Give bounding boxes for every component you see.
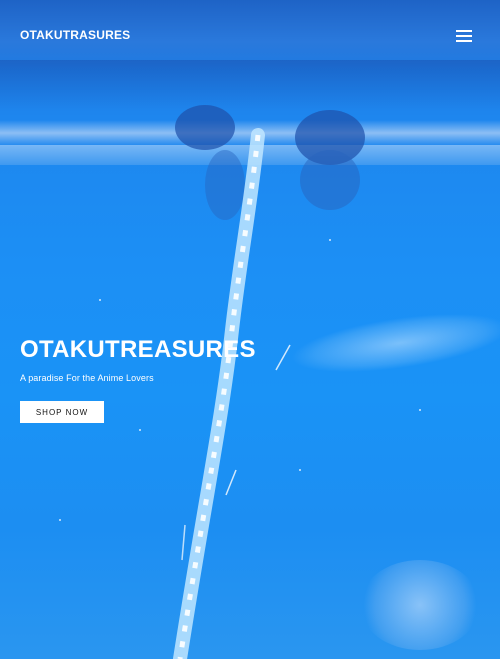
background-trail-illustration	[59, 128, 421, 659]
hamburger-menu-icon[interactable]	[456, 30, 472, 42]
menu-line	[456, 30, 472, 32]
brand-logo[interactable]: OTAKUTRASURES	[20, 28, 130, 42]
navbar: OTAKUTRASURES	[0, 0, 500, 70]
hero-subtitle: A paradise For the Anime Lovers	[20, 373, 154, 383]
hero-title: OTAKUTREASURES	[20, 336, 256, 363]
menu-line	[456, 35, 472, 37]
shop-now-button[interactable]: SHOP NOW	[20, 401, 104, 423]
hero-section: OTAKUTRASURES OTAKUTREASURES A paradise …	[0, 0, 500, 659]
menu-line	[456, 40, 472, 42]
